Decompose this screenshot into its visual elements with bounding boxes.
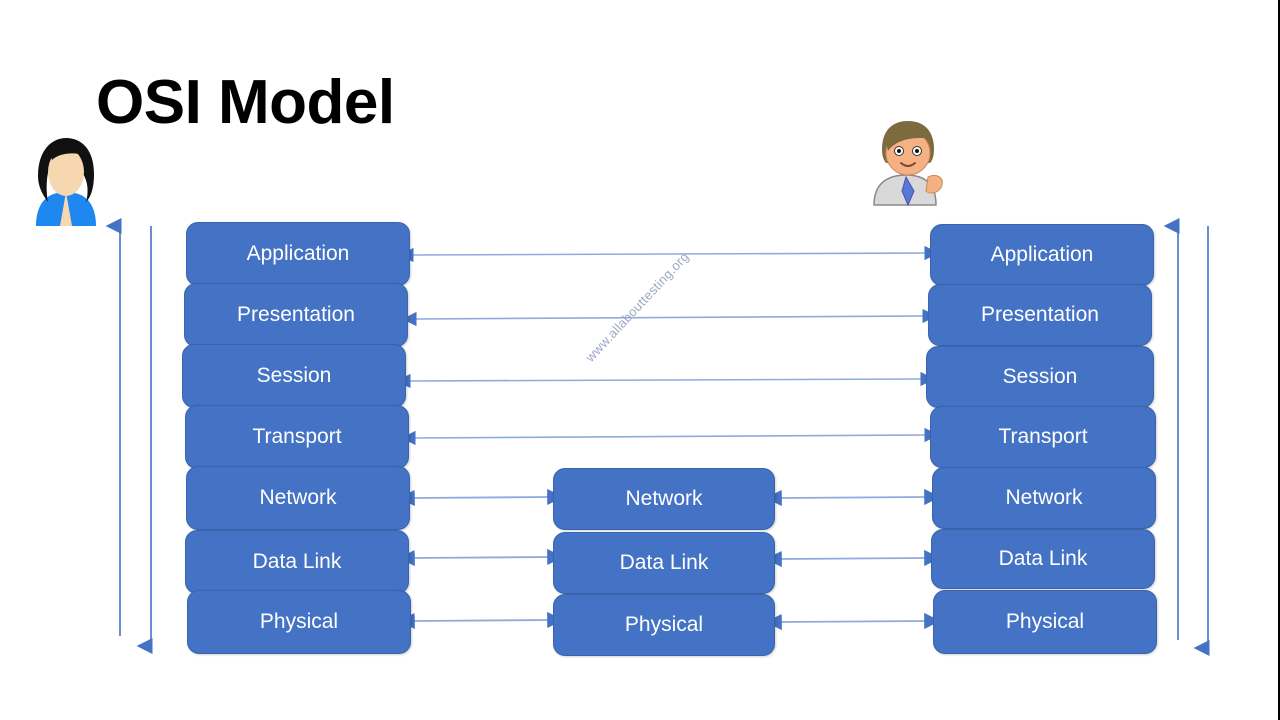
host-right-layer-session[interactable]: Session <box>926 346 1154 408</box>
layer-label: Transport <box>998 425 1088 448</box>
host-right-layer-network[interactable]: Network <box>932 467 1156 529</box>
layer-label: Data Link <box>998 547 1088 570</box>
host-right-layer-data-link[interactable]: Data Link <box>931 529 1155 589</box>
layer-label: Network <box>625 487 703 510</box>
host-left-layer-session[interactable]: Session <box>182 344 406 408</box>
datalink-hop-left <box>398 548 564 567</box>
hop-right-group <box>765 488 941 631</box>
network-hop-left <box>398 488 564 507</box>
router-layer-network[interactable]: Network <box>553 468 775 530</box>
host-right-layer-application[interactable]: Application <box>930 224 1154 286</box>
layer-label: Network <box>1005 486 1083 509</box>
layer-label: Session <box>256 364 332 387</box>
router-layer-physical[interactable]: Physical <box>553 594 775 656</box>
peer-link-group <box>396 245 939 446</box>
hop-left-group <box>398 488 564 630</box>
application-peer-link <box>399 245 939 263</box>
layer-label: Physical <box>1005 610 1085 633</box>
host-left-layer-data-link[interactable]: Data Link <box>185 530 409 594</box>
layer-label: Session <box>1002 365 1078 388</box>
host-left-layer-transport[interactable]: Transport <box>185 405 409 469</box>
datalink-hop-right <box>765 549 941 568</box>
host-left-layer-physical[interactable]: Physical <box>187 590 411 654</box>
host-left-layer-application[interactable]: Application <box>186 222 410 286</box>
layer-label: Presentation <box>237 303 355 326</box>
layer-label: Data Link <box>252 550 342 573</box>
layer-label: Application <box>990 243 1094 266</box>
network-hop-right <box>765 488 941 507</box>
physical-hop-left <box>398 611 564 630</box>
layer-label: Network <box>259 486 337 509</box>
layer-label: Physical <box>624 613 704 636</box>
layer-label: Transport <box>252 425 342 448</box>
layer-label: Data Link <box>619 551 709 574</box>
layer-label: Physical <box>259 610 339 633</box>
host-right-layer-presentation[interactable]: Presentation <box>928 284 1152 346</box>
host-right-layer-transport[interactable]: Transport <box>930 406 1156 468</box>
host-left-layer-presentation[interactable]: Presentation <box>184 283 408 347</box>
host-right-layer-physical[interactable]: Physical <box>933 590 1157 654</box>
layer-label: Application <box>246 242 350 265</box>
session-peer-link <box>396 371 935 389</box>
router-layer-data-link[interactable]: Data Link <box>553 532 775 594</box>
physical-hop-right <box>765 612 941 631</box>
host-left-layer-network[interactable]: Network <box>186 466 410 530</box>
presentation-peer-link <box>402 308 937 327</box>
osi-model-slide: OSI Model www.allabouttesting.org Applic… <box>0 0 1280 720</box>
layer-label: Presentation <box>981 303 1099 326</box>
transport-peer-link <box>401 427 939 446</box>
